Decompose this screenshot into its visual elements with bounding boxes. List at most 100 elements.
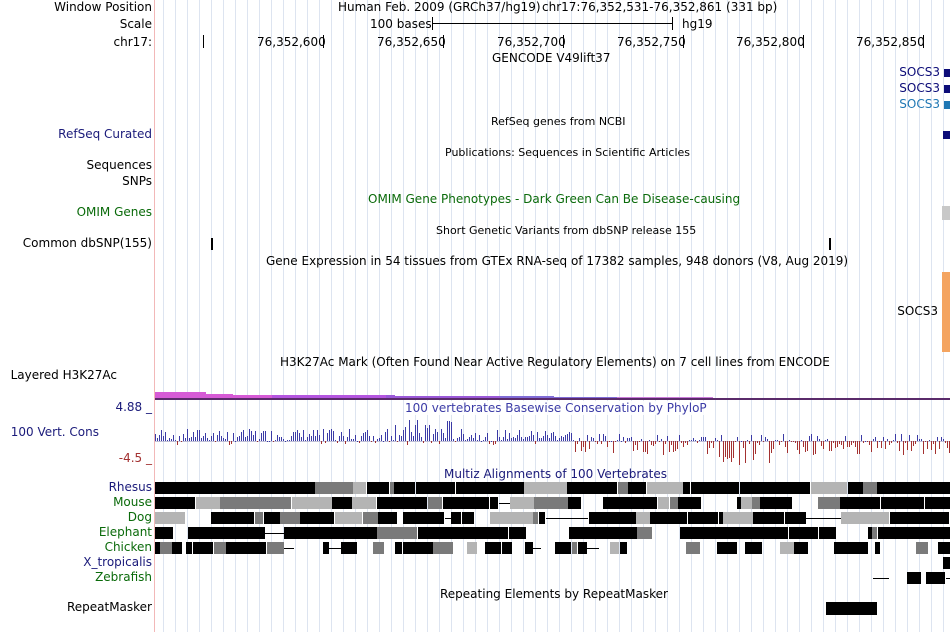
conservation-bar bbox=[487, 432, 488, 441]
conservation-bar bbox=[651, 441, 652, 446]
conservation-bar bbox=[243, 429, 244, 441]
omim-feature[interactable] bbox=[942, 206, 950, 220]
conservation-bar bbox=[819, 438, 820, 441]
conservation-bar bbox=[663, 441, 664, 455]
scale-label: Scale bbox=[119, 17, 152, 31]
window-position-label: Window Position bbox=[54, 0, 152, 14]
repeatmasker-track-title[interactable]: Repeating Elements by RepeatMasker bbox=[440, 587, 668, 601]
coord-label-0: 76,352,600 bbox=[257, 35, 326, 49]
gtex-expression-bar[interactable] bbox=[942, 272, 950, 352]
conservation-bar bbox=[357, 440, 358, 442]
layered-h3k27ac-label[interactable]: Layered H3K27Ac bbox=[11, 368, 117, 382]
conservation-bar bbox=[271, 431, 272, 441]
conservation-bar bbox=[847, 441, 848, 447]
snp-marker-1[interactable] bbox=[211, 238, 213, 250]
multiz-row bbox=[155, 497, 950, 509]
conservation-bar bbox=[313, 430, 314, 441]
conservation-bar bbox=[753, 441, 754, 461]
h3k27ac-track-title[interactable]: H3K27Ac Mark (Often Found Near Active Re… bbox=[280, 355, 830, 369]
common-dbsnp-label[interactable]: Common dbSNP(155) bbox=[23, 236, 152, 250]
conservation-bar bbox=[579, 438, 580, 441]
gencode-exon-2[interactable] bbox=[944, 85, 950, 93]
conservation-bar bbox=[533, 434, 534, 441]
conservation-bar bbox=[413, 436, 414, 441]
multiz-row bbox=[155, 482, 950, 494]
conservation-bar bbox=[505, 429, 506, 441]
conservation-bar bbox=[855, 441, 856, 447]
conservation-bar bbox=[523, 439, 524, 441]
conservation-bar bbox=[169, 438, 170, 441]
conservation-bar bbox=[737, 436, 738, 441]
conservation-bar bbox=[565, 435, 566, 441]
conservation-bar bbox=[869, 441, 870, 446]
conservation-bar bbox=[183, 434, 184, 441]
refseq-exon[interactable] bbox=[943, 131, 950, 139]
species-label-x-tropicalis: X_tropicalis bbox=[83, 555, 152, 569]
conservation-bar bbox=[555, 435, 556, 441]
conservation-bar bbox=[865, 440, 866, 442]
coord-tick-2 bbox=[443, 35, 444, 48]
conservation-bar bbox=[459, 436, 460, 441]
conservation-bar bbox=[629, 437, 630, 441]
publications-track-title[interactable]: Publications: Sequences in Scientific Ar… bbox=[445, 146, 690, 159]
conservation-bar bbox=[417, 419, 418, 441]
gencode-exon-1[interactable] bbox=[944, 69, 950, 77]
conservation-bar bbox=[457, 438, 458, 441]
conservation-bar bbox=[279, 436, 280, 441]
multiz-track-title[interactable]: Multiz Alignments of 100 Vertebrates bbox=[444, 467, 667, 481]
gtex-track-title[interactable]: Gene Expression in 54 tissues from GTEx … bbox=[266, 254, 848, 268]
refseq-track-title[interactable]: RefSeq genes from NCBI bbox=[491, 115, 626, 128]
omim-genes-label[interactable]: OMIM Genes bbox=[77, 205, 152, 219]
conservation-bar bbox=[805, 441, 806, 452]
conservation-bar bbox=[221, 435, 222, 441]
conservation-bar bbox=[249, 429, 250, 441]
conservation-bar bbox=[327, 432, 328, 441]
conservation-bar bbox=[879, 440, 880, 442]
conservation-bar bbox=[255, 431, 256, 441]
conservation-bar bbox=[199, 430, 200, 441]
conservation-bar bbox=[223, 438, 224, 441]
gencode-track-title[interactable]: GENCODE V49lift37 bbox=[492, 51, 610, 65]
conservation-bar bbox=[895, 434, 896, 441]
gtex-gene-label[interactable]: SOCS3 bbox=[897, 304, 938, 318]
conservation-bar bbox=[803, 441, 804, 447]
conservation-bar bbox=[455, 441, 456, 443]
vert-cons-label[interactable]: 100 Vert. Cons bbox=[11, 425, 99, 439]
gencode-gene-socs3-1[interactable]: SOCS3 bbox=[899, 65, 940, 79]
conservation-bar bbox=[461, 429, 462, 441]
conservation-bar bbox=[571, 432, 572, 441]
repeatmasker-label[interactable]: RepeatMasker bbox=[67, 600, 152, 614]
conservation-bar bbox=[347, 436, 348, 441]
conservation-bar bbox=[757, 441, 758, 444]
conservation-bar bbox=[657, 434, 658, 441]
snps-label[interactable]: SNPs bbox=[122, 174, 152, 188]
track-image-area[interactable]: Human Feb. 2009 (GRCh37/hg19) chr17:76,3… bbox=[155, 0, 950, 632]
conservation-bar bbox=[581, 441, 582, 451]
conservation-bar bbox=[699, 439, 700, 441]
conservation-bar bbox=[369, 436, 370, 441]
conservation-bar bbox=[289, 439, 290, 441]
conservation-bar bbox=[621, 440, 622, 442]
h3k27ac-signal[interactable] bbox=[155, 384, 950, 400]
repeat-element[interactable] bbox=[826, 602, 877, 615]
conservation-bar bbox=[507, 439, 508, 441]
refseq-curated-label[interactable]: RefSeq Curated bbox=[58, 127, 152, 141]
conservation-bar bbox=[355, 434, 356, 441]
conservation-bar bbox=[649, 439, 650, 441]
sequences-label[interactable]: Sequences bbox=[87, 158, 152, 172]
conservation-bar bbox=[665, 441, 666, 444]
gencode-gene-socs3-3[interactable]: SOCS3 bbox=[899, 97, 940, 111]
conservation-bar bbox=[827, 438, 828, 441]
conservation-bar bbox=[679, 435, 680, 441]
snp-marker-2[interactable] bbox=[829, 238, 831, 250]
omim-track-title[interactable]: OMIM Gene Phenotypes - Dark Green Can Be… bbox=[368, 192, 740, 206]
conservation-bar bbox=[809, 435, 810, 441]
dbsnp-track-title[interactable]: Short Genetic Variants from dbSNP releas… bbox=[436, 224, 696, 237]
conservation-bar bbox=[501, 440, 502, 442]
gencode-exon-3[interactable] bbox=[944, 101, 950, 109]
gencode-gene-socs3-2[interactable]: SOCS3 bbox=[899, 81, 940, 95]
cons-bottom-value: -4.5 _ bbox=[118, 451, 152, 465]
conservation-bar bbox=[645, 441, 646, 452]
phylop-track-title[interactable]: 100 vertebrates Basewise Conservation by… bbox=[405, 401, 707, 415]
conservation-bar bbox=[937, 436, 938, 441]
